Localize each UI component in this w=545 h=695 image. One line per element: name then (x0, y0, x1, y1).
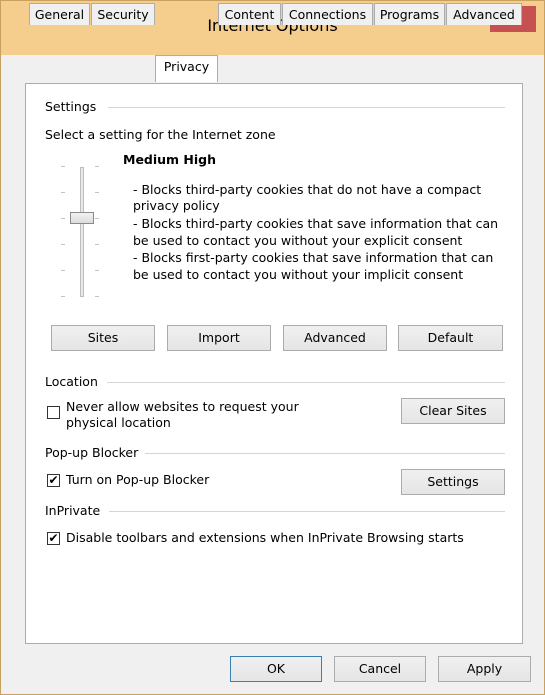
slider-tick (61, 244, 65, 245)
popup-blocker-divider (145, 453, 505, 454)
disable-toolbars-label: Disable toolbars and extensions when InP… (66, 530, 464, 545)
slider-tick (61, 296, 65, 297)
checkmark-icon: ✔ (48, 531, 59, 545)
advanced-button[interactable]: Advanced (283, 325, 387, 351)
never-allow-location-label-line2: physical location (66, 415, 171, 430)
clear-sites-button[interactable]: Clear Sites (401, 398, 505, 424)
privacy-level-slider-thumb[interactable] (70, 212, 94, 224)
location-divider (107, 382, 505, 383)
slider-tick (61, 218, 65, 219)
slider-tick (95, 296, 99, 297)
description-line: privacy policy (133, 198, 220, 213)
location-group-label: Location (45, 374, 98, 389)
popup-settings-button[interactable]: Settings (401, 469, 505, 495)
settings-divider (108, 107, 505, 108)
never-allow-location-label-line1: Never allow websites to request your (66, 399, 299, 414)
tab-programs[interactable]: Programs (374, 3, 445, 25)
settings-group-label: Settings (45, 99, 97, 114)
description-line: be used to contact you without your expl… (133, 233, 463, 248)
popup-blocker-checkbox[interactable]: ✔ (47, 474, 60, 487)
inprivate-divider (109, 511, 505, 512)
cancel-button[interactable]: Cancel (334, 656, 426, 682)
inprivate-group-label: InPrivate (45, 503, 101, 518)
tab-advanced[interactable]: Advanced (446, 3, 522, 25)
checkmark-icon: ✔ (48, 473, 59, 487)
tab-connections[interactable]: Connections (282, 3, 373, 25)
tab-content[interactable]: Content (218, 3, 281, 25)
tab-privacy[interactable]: Privacy (155, 55, 218, 82)
disable-toolbars-checkbox[interactable]: ✔ (47, 532, 60, 545)
zone-instruction: Select a setting for the Internet zone (45, 127, 276, 142)
apply-button[interactable]: Apply (438, 656, 531, 682)
ok-button[interactable]: OK (230, 656, 322, 682)
description-line: - Blocks first-party cookies that save i… (133, 250, 494, 265)
slider-tick (95, 192, 99, 193)
privacy-tab-panel (25, 83, 523, 644)
slider-tick (95, 166, 99, 167)
description-line: - Blocks third-party cookies that save i… (133, 216, 499, 231)
popup-blocker-label: Turn on Pop-up Blocker (66, 472, 210, 487)
description-line: - Blocks third-party cookies that do not… (133, 182, 482, 197)
slider-tick (95, 270, 99, 271)
tab-general[interactable]: General (29, 3, 90, 25)
slider-tick (95, 218, 99, 219)
default-button[interactable]: Default (398, 325, 503, 351)
sites-button[interactable]: Sites (51, 325, 155, 351)
description-line: be used to contact you without your impl… (133, 267, 464, 282)
never-allow-location-checkbox[interactable] (47, 406, 60, 419)
slider-tick (61, 166, 65, 167)
popup-blocker-group-label: Pop-up Blocker (45, 445, 139, 460)
tab-security[interactable]: Security (91, 3, 155, 25)
slider-tick (61, 192, 65, 193)
privacy-level-title: Medium High (123, 152, 217, 167)
privacy-level-slider-track[interactable] (80, 167, 84, 297)
slider-tick (95, 244, 99, 245)
import-button[interactable]: Import (167, 325, 271, 351)
slider-tick (61, 270, 65, 271)
